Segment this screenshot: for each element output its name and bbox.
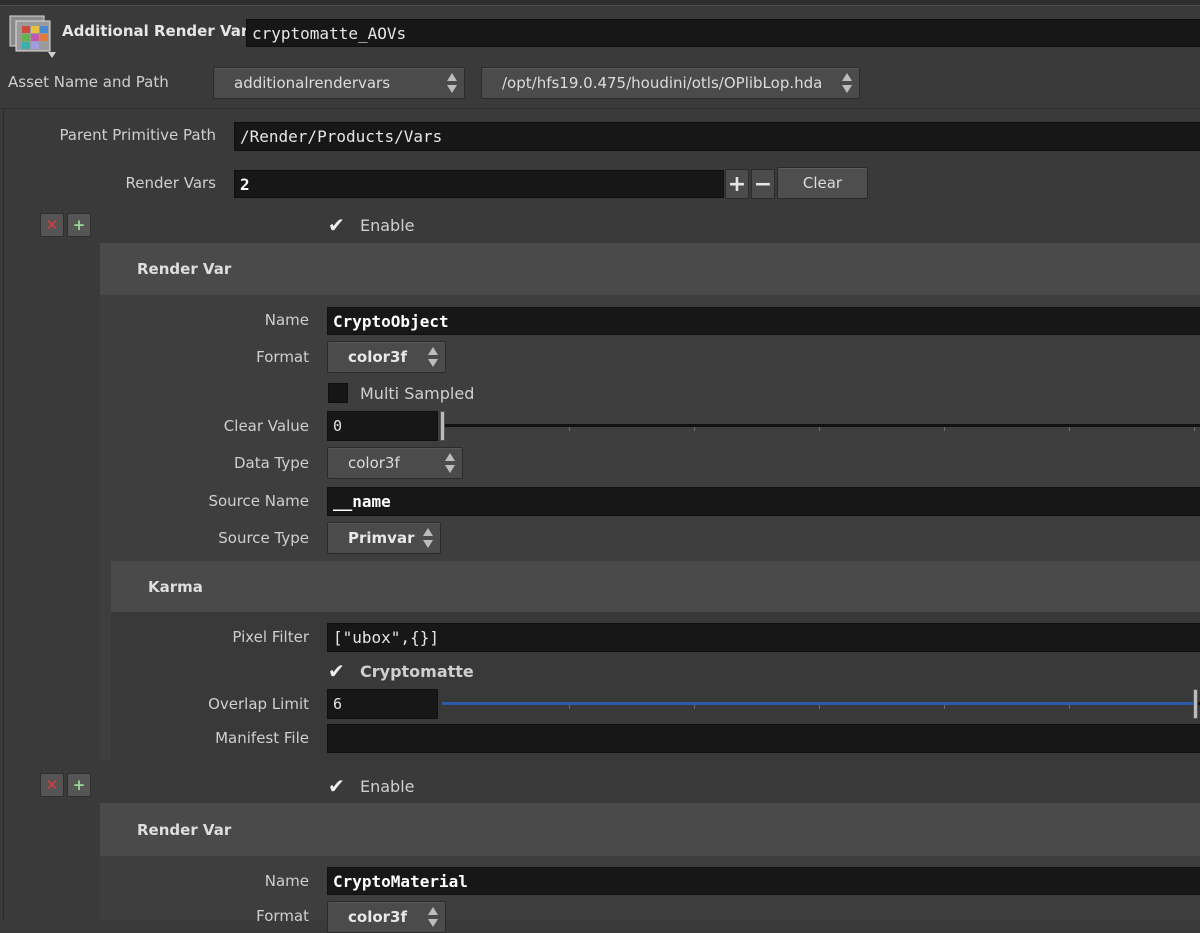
slider-track: [442, 424, 1200, 427]
top-divider: [0, 0, 1200, 6]
overlap-limit-field[interactable]: 6: [327, 689, 438, 719]
section-title: Render Var: [137, 260, 232, 278]
checkmark-icon: ✔: [328, 213, 345, 237]
manifest-file-label: Manifest File: [215, 729, 309, 747]
menu-arrows-icon: [427, 345, 439, 369]
tick: [694, 705, 695, 709]
tick: [1194, 427, 1195, 431]
format-menu[interactable]: color3f: [327, 901, 446, 933]
source-type-menu[interactable]: Primvar: [327, 522, 441, 554]
asset-path-menu[interactable]: /opt/hfs19.0.475/houdini/otls/OPlibLop.h…: [481, 67, 860, 99]
remove-instance-button[interactable]: −: [751, 169, 775, 199]
enable-label: Enable: [360, 215, 415, 235]
menu-arrows-icon: [841, 71, 853, 95]
tick: [944, 705, 945, 709]
source-type-value: Primvar: [348, 529, 415, 547]
source-name-label: Source Name: [208, 492, 309, 510]
name-field[interactable]: CryptoMaterial: [327, 867, 1200, 895]
clear-button[interactable]: Clear: [777, 167, 868, 199]
menu-arrows-icon: [427, 905, 439, 929]
parent-path-label: Parent Primitive Path: [59, 126, 216, 144]
checkbox: [328, 383, 348, 403]
checkmark-icon: ✔: [328, 659, 345, 683]
plus-icon: +: [72, 216, 86, 234]
checkmark-icon: ✔: [328, 774, 345, 798]
source-name-field[interactable]: __name: [327, 487, 1200, 516]
data-type-label: Data Type: [233, 454, 309, 472]
asset-name-menu[interactable]: additionalrendervars: [213, 67, 465, 99]
format-label: Format: [256, 907, 309, 925]
tick: [569, 705, 570, 709]
menu-arrows-icon: [446, 71, 458, 95]
render-var-section-header[interactable]: Render Var: [100, 243, 1200, 295]
manifest-file-field[interactable]: [327, 724, 1200, 753]
name-label: Name: [264, 872, 309, 890]
insert-instance-button[interactable]: +: [67, 213, 91, 237]
asset-name-label: Asset Name and Path: [8, 73, 169, 91]
pixel-filter-label: Pixel Filter: [232, 628, 309, 646]
node-type-icon[interactable]: [8, 12, 58, 60]
node-name-field[interactable]: cryptomatte_AOVs: [246, 19, 1200, 47]
format-value: color3f: [348, 348, 408, 366]
left-divider: [3, 110, 4, 920]
source-type-label: Source Type: [218, 529, 309, 547]
clear-value-field[interactable]: 0: [327, 411, 438, 441]
slider-handle[interactable]: [440, 411, 445, 441]
data-type-value: color3f: [348, 454, 400, 472]
tick: [694, 427, 695, 431]
tick: [1069, 705, 1070, 709]
enable-toggle[interactable]: ✔ Enable: [328, 213, 415, 237]
tick: [1069, 427, 1070, 431]
menu-arrows-icon: [422, 526, 434, 550]
multi-sampled-toggle[interactable]: Multi Sampled: [328, 382, 474, 404]
delete-instance-button[interactable]: ✕: [40, 213, 64, 237]
clear-value-slider[interactable]: [442, 421, 1200, 435]
slider-handle[interactable]: [1193, 689, 1198, 719]
pixel-filter-field[interactable]: ["ubox",{}]: [327, 623, 1200, 652]
tick: [944, 427, 945, 431]
tick: [819, 427, 820, 431]
cryptomatte-toggle[interactable]: ✔ Cryptomatte: [328, 659, 474, 683]
overlap-limit-label: Overlap Limit: [208, 695, 309, 713]
delete-instance-button[interactable]: ✕: [40, 773, 64, 797]
format-menu[interactable]: color3f: [327, 341, 446, 373]
render-var-section-header[interactable]: Render Var: [100, 803, 1200, 856]
multi-sampled-label: Multi Sampled: [360, 383, 475, 403]
overlap-limit-slider[interactable]: [442, 699, 1200, 713]
insert-instance-button[interactable]: +: [67, 773, 91, 797]
menu-arrows-icon: [444, 451, 456, 475]
tick: [819, 705, 820, 709]
name-field[interactable]: CryptoObject: [327, 307, 1200, 335]
asset-path-value: /opt/hfs19.0.475/houdini/otls/OPlibLop.h…: [502, 74, 823, 92]
format-value: color3f: [348, 908, 408, 926]
parent-path-field[interactable]: /Render/Products/Vars: [234, 122, 1200, 151]
cryptomatte-label: Cryptomatte: [360, 661, 474, 681]
enable-label: Enable: [360, 776, 415, 796]
add-instance-button[interactable]: +: [725, 169, 749, 199]
data-type-menu[interactable]: color3f: [327, 447, 463, 479]
plus-icon: +: [72, 776, 86, 794]
divider: [0, 108, 1200, 109]
close-icon: ✕: [45, 776, 59, 794]
tick: [569, 427, 570, 431]
name-label: Name: [264, 311, 309, 329]
format-label: Format: [256, 348, 309, 366]
render-vars-count-field[interactable]: 2: [234, 170, 724, 198]
karma-title: Karma: [148, 577, 203, 596]
section-title: Render Var: [137, 820, 232, 839]
node-type-label: Additional Render Vars: [62, 22, 258, 40]
asset-name-value: additionalrendervars: [234, 74, 391, 92]
render-vars-label: Render Vars: [125, 174, 216, 192]
karma-section-header[interactable]: Karma: [111, 561, 1200, 612]
clear-value-label: Clear Value: [223, 417, 309, 435]
enable-toggle[interactable]: ✔ Enable: [328, 774, 415, 798]
close-icon: ✕: [45, 216, 59, 234]
